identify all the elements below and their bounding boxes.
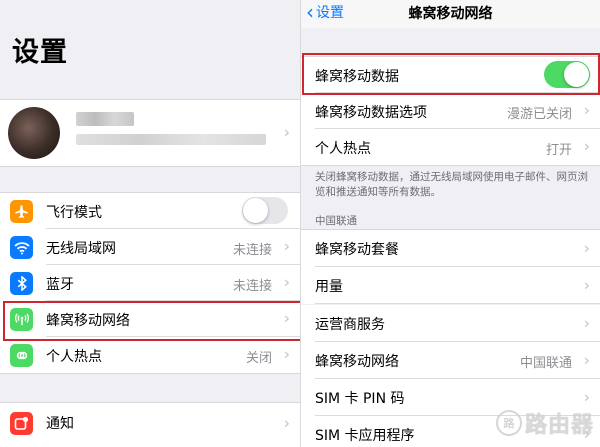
chevron-right-icon: ›: [283, 122, 290, 142]
row-label: 蜂窝移动网络: [315, 354, 399, 370]
page-title: 设置: [12, 37, 68, 68]
hotspot-icon: [10, 344, 33, 367]
chevron-right-icon: ›: [283, 413, 290, 433]
chevron-right-icon: ›: [583, 136, 590, 156]
nav-bar: ‹ 设置 蜂窝移动网络: [301, 0, 600, 28]
notifications-icon: [10, 412, 33, 435]
settings-screen: 设置 › 飞行模式 无线局域网 未连接 › 蓝牙 未连接 › 蜂窝移动网络 › 个人热点 关闭 › 通…: [0, 0, 300, 447]
section-header-carrier: 中国联通: [315, 215, 357, 227]
row-label: 蜂窝移动套餐: [315, 242, 399, 258]
chevron-right-icon: ›: [283, 344, 290, 364]
profile-name-blurred: [76, 112, 134, 126]
airplane-icon: [10, 200, 33, 223]
personal-hotspot-row[interactable]: 个人热点 打开 ›: [301, 129, 600, 165]
nav-title: 蜂窝移动网络: [408, 6, 493, 22]
cellular-footnote: 关闭蜂窝移动数据，通过无线局域网使用电子邮件、网页浏览和推送通知等所有数据。: [315, 171, 588, 198]
row-label: 蜂窝移动数据选项: [315, 105, 427, 121]
chevron-right-icon: ›: [583, 238, 590, 258]
watermark: 路 路由器: [495, 407, 594, 439]
carrier-row[interactable]: 用量 ›: [301, 267, 600, 304]
row-detail: 打开: [545, 143, 572, 158]
row-detail: 中国联通: [519, 356, 572, 371]
settings-row-detail: 关闭: [245, 351, 272, 366]
row-label: 个人热点: [315, 141, 371, 157]
chevron-right-icon: ›: [283, 272, 290, 292]
row-label: 用量: [315, 279, 343, 295]
settings-row-label: 飞行模式: [46, 205, 102, 221]
settings-row-detail: 未连接: [232, 279, 272, 294]
settings-row-label: 通知: [46, 416, 74, 432]
highlight-box: [3, 301, 300, 341]
separator: [315, 303, 600, 304]
chevron-right-icon: ›: [583, 387, 590, 407]
settings-row[interactable]: 个人热点 关闭 ›: [0, 337, 300, 373]
settings-row-label: 蓝牙: [46, 277, 74, 293]
profile-subtitle-blurred: [76, 134, 266, 145]
settings-row[interactable]: 飞行模式: [0, 193, 300, 229]
carrier-row[interactable]: 运营商服务 ›: [301, 305, 600, 342]
settings-row[interactable]: 无线局域网 未连接 ›: [0, 229, 300, 265]
chevron-right-icon: ›: [583, 100, 590, 120]
chevron-right-icon: ›: [583, 275, 590, 295]
settings-row-label: 无线局域网: [46, 241, 116, 257]
highlight-box: [302, 53, 600, 95]
chevron-right-icon: ›: [583, 313, 590, 333]
divider: [301, 165, 600, 166]
wifi-icon: [10, 236, 33, 259]
watermark-text: 路由器: [524, 413, 594, 438]
toggle-knob: [243, 198, 268, 223]
chevron-right-icon: ›: [583, 350, 590, 370]
carrier-row[interactable]: 蜂窝移动套餐 ›: [301, 230, 600, 267]
avatar: [8, 107, 60, 159]
chevron-right-icon: ›: [283, 236, 290, 256]
row-label: SIM 卡应用程序: [315, 428, 415, 444]
row-label: SIM 卡 PIN 码: [315, 391, 405, 407]
carrier-row[interactable]: 蜂窝移动网络 中国联通 ›: [301, 342, 600, 379]
settings-row-notifications[interactable]: 通知 ›: [0, 403, 300, 447]
settings-row-label: 个人热点: [46, 349, 102, 365]
divider: [0, 166, 300, 167]
settings-row[interactable]: 蓝牙 未连接 ›: [0, 265, 300, 301]
row-detail: 漫游已关闭: [506, 107, 572, 122]
watermark-logo-icon: 路: [495, 410, 522, 436]
cellular-data-options-row[interactable]: 蜂窝移动数据选项 漫游已关闭 ›: [301, 93, 600, 129]
settings-row-detail: 未连接: [232, 243, 272, 258]
cellular-screen: ‹ 设置 蜂窝移动网络 蜂窝移动数据 蜂窝移动数据选项 漫游已关闭 › 个人热点…: [301, 0, 600, 447]
bluetooth-icon: [10, 272, 33, 295]
row-label: 运营商服务: [315, 317, 385, 333]
profile-row[interactable]: ›: [0, 100, 300, 166]
airplane-mode-toggle[interactable]: [242, 197, 288, 224]
divider: [0, 373, 300, 374]
